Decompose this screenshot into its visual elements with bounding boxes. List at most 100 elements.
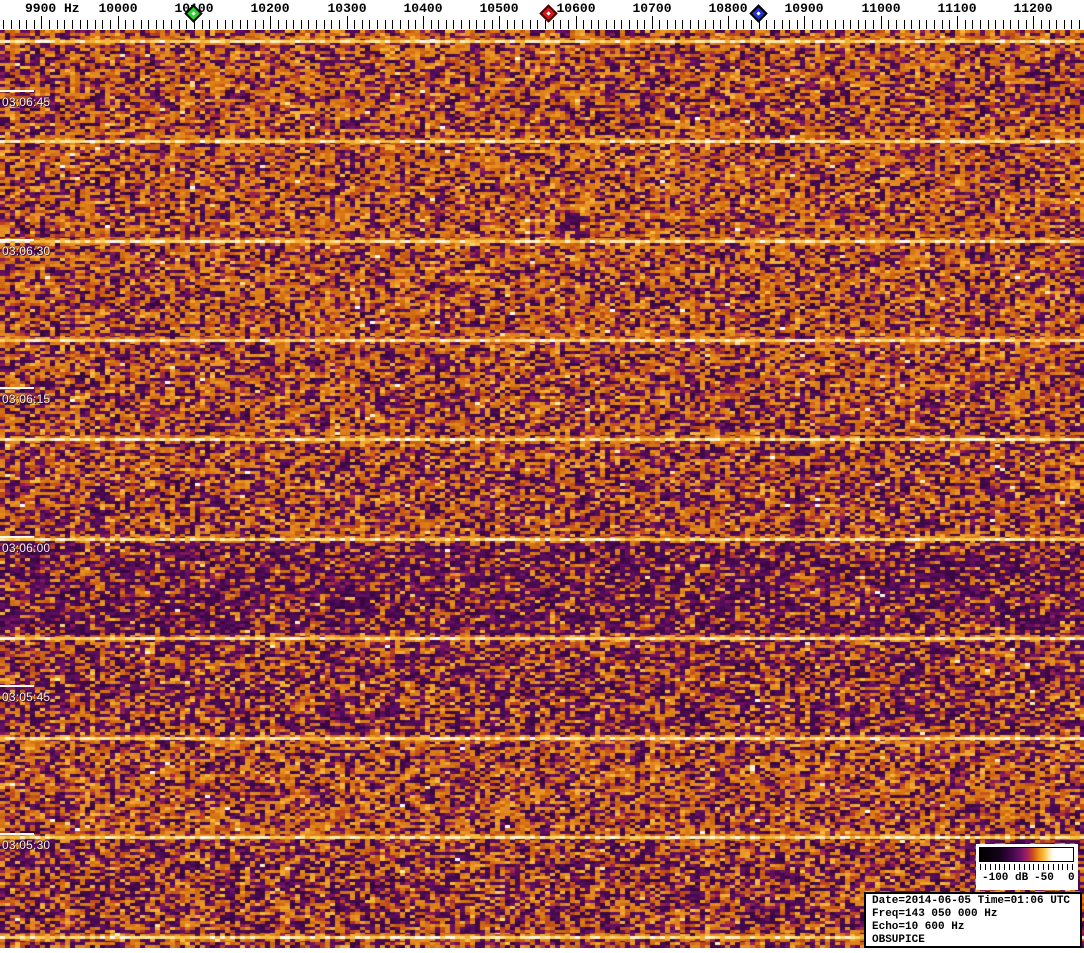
freq-tick — [354, 20, 356, 29]
freq-tick — [506, 20, 508, 29]
freq-tick — [277, 20, 279, 29]
info-frequency: Freq=143 050 000 Hz — [872, 908, 998, 920]
freq-tick — [575, 16, 577, 29]
freq-tick — [422, 16, 424, 29]
station-info-box: Date=2014-06-05 Time=01:06 UTC Freq=143 … — [864, 892, 1082, 948]
freq-tick — [621, 20, 623, 29]
freq-tick — [369, 20, 371, 29]
freq-tick — [613, 20, 615, 29]
time-tick — [0, 90, 34, 92]
marker-center-dot — [191, 11, 196, 16]
freq-tick — [110, 20, 112, 29]
freq-tick — [804, 16, 806, 29]
freq-label: 10600 — [556, 1, 596, 16]
freq-tick — [49, 20, 51, 29]
freq-tick — [293, 20, 295, 29]
freq-tick — [1040, 20, 1042, 29]
freq-label: 10400 — [403, 1, 443, 16]
freq-tick — [384, 20, 386, 29]
freq-label: 10200 — [250, 1, 290, 16]
freq-tick — [232, 20, 234, 29]
info-date-time: Date=2014-06-05 Time=01:06 UTC — [872, 895, 1071, 907]
freq-tick — [94, 20, 96, 29]
freq-tick — [987, 20, 989, 29]
db-tick — [1047, 864, 1049, 870]
freq-tick — [171, 20, 173, 29]
freq-tick — [590, 20, 592, 29]
db-gradient-bar — [979, 847, 1074, 862]
freq-tick — [87, 20, 89, 29]
db-tick — [1052, 864, 1054, 870]
freq-tick — [430, 20, 432, 29]
freq-tick — [674, 20, 676, 29]
freq-tick — [1033, 16, 1035, 29]
db-tick — [1067, 864, 1069, 870]
freq-tick — [201, 20, 203, 29]
freq-tick — [560, 20, 562, 29]
freq-tick — [842, 20, 844, 29]
freq-tick — [438, 20, 440, 29]
freq-tick — [140, 20, 142, 29]
db-tick — [1013, 864, 1015, 870]
spectrogram-window: 9900 Hz 10000 10100 10200 10300 10400 10… — [0, 0, 1084, 953]
freq-tick — [3, 20, 5, 29]
time-label: 03:06:15 — [0, 387, 50, 406]
freq-tick — [667, 20, 669, 29]
freq-tick — [1063, 20, 1065, 29]
freq-tick — [911, 20, 913, 29]
freq-tick — [300, 20, 302, 29]
freq-tick — [270, 16, 272, 29]
freq-tick — [850, 20, 852, 29]
freq-tick — [552, 20, 554, 29]
freq-tick — [461, 20, 463, 29]
freq-tick — [262, 20, 264, 29]
freq-label: 9900 Hz — [25, 1, 80, 16]
marker-blue-diamond[interactable] — [749, 4, 768, 23]
freq-tick — [415, 20, 417, 29]
freq-tick — [102, 20, 104, 29]
freq-tick — [728, 16, 730, 29]
db-tick — [1009, 864, 1011, 870]
freq-tick — [125, 20, 127, 29]
freq-tick — [468, 20, 470, 29]
freq-tick — [682, 20, 684, 29]
freq-tick — [957, 16, 958, 29]
freq-label: 10000 — [98, 1, 138, 16]
db-tick — [999, 864, 1001, 870]
freq-tick — [1010, 20, 1012, 29]
frequency-ruler[interactable]: 9900 Hz 10000 10100 10200 10300 10400 10… — [0, 0, 1084, 30]
time-tick — [0, 536, 34, 538]
freq-tick — [71, 20, 73, 29]
db-tick — [980, 864, 981, 870]
freq-tick — [1025, 20, 1027, 29]
freq-tick — [949, 20, 951, 29]
db-tick — [989, 864, 991, 870]
freq-tick — [79, 20, 81, 29]
db-tick — [1043, 864, 1045, 870]
freq-tick — [720, 20, 722, 29]
marker-red-diamond[interactable] — [539, 4, 558, 23]
freq-label: 10300 — [327, 1, 367, 16]
freq-tick — [255, 20, 257, 29]
freq-tick — [316, 20, 318, 29]
db-tick — [1062, 864, 1064, 870]
freq-tick — [392, 20, 394, 29]
freq-tick — [247, 20, 249, 29]
db-tick — [1033, 864, 1035, 870]
freq-label: 10700 — [632, 1, 672, 16]
db-tick — [994, 864, 996, 870]
freq-tick — [895, 20, 897, 29]
freq-tick — [659, 20, 661, 29]
time-tick — [0, 685, 34, 687]
freq-tick — [697, 20, 699, 29]
freq-tick — [598, 20, 600, 29]
freq-tick — [117, 16, 119, 29]
freq-tick — [865, 20, 867, 29]
freq-tick — [331, 20, 333, 29]
freq-tick — [26, 20, 28, 29]
freq-tick — [606, 20, 608, 29]
db-tick — [1018, 864, 1020, 870]
freq-tick — [377, 20, 379, 29]
freq-tick — [750, 20, 752, 29]
waterfall-display — [0, 30, 1084, 948]
